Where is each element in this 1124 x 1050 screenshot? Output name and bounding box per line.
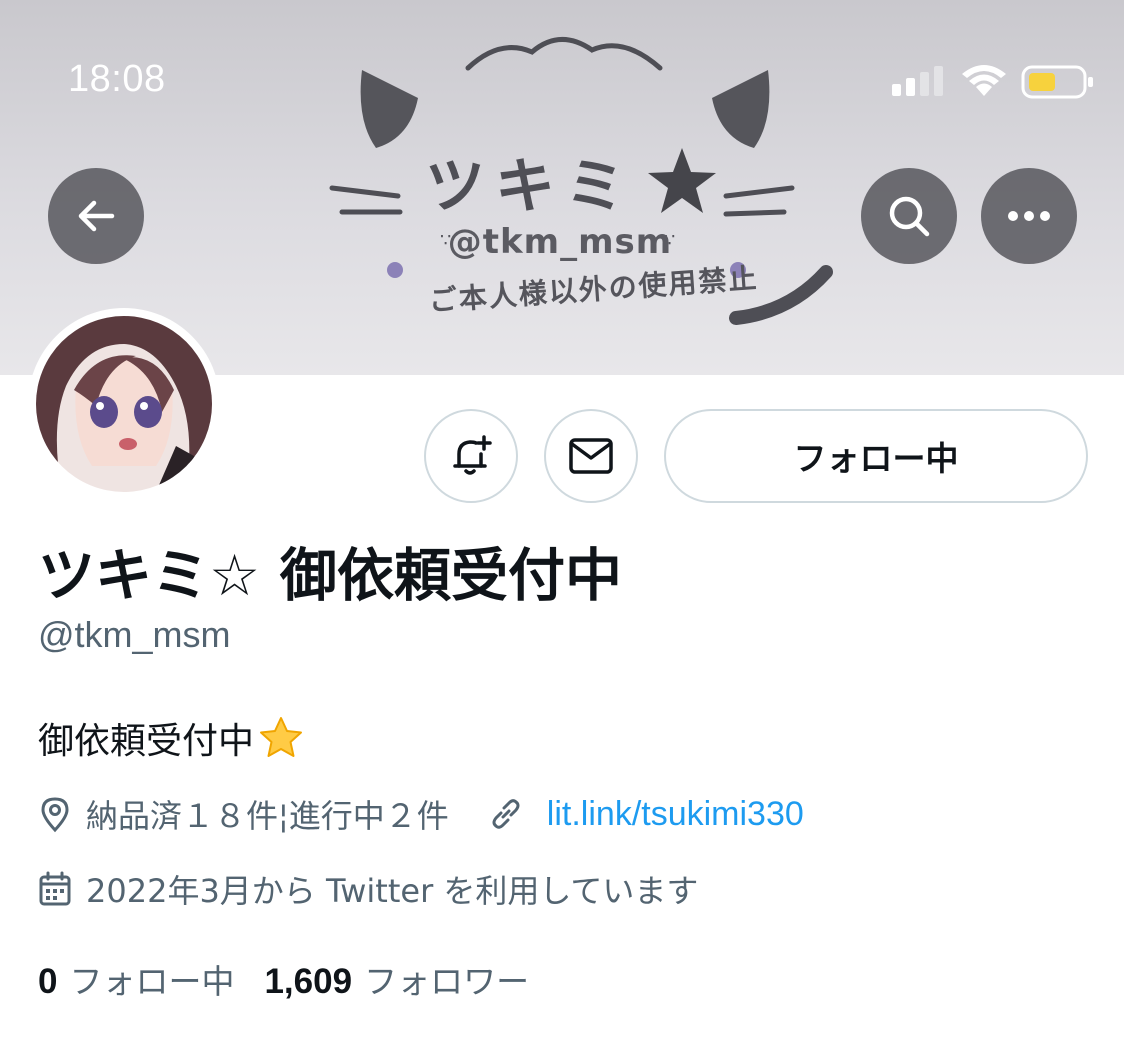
following-count[interactable]: 0 [38, 962, 57, 1002]
avatar-illustration [36, 316, 212, 492]
back-button[interactable] [48, 168, 144, 264]
user-handle: @tkm_msm [38, 614, 231, 655]
search-button[interactable] [861, 168, 957, 264]
wifi-icon [962, 65, 1006, 96]
following-label[interactable]: フォロー中 [69, 955, 234, 1003]
following-button[interactable]: フォロー中 [664, 409, 1088, 503]
cellular-signal-icon [892, 66, 943, 96]
status-time: 18:08 [68, 58, 166, 100]
location-pin-icon [41, 797, 69, 833]
bio-text: 御依頼受付中 [38, 721, 255, 762]
banner-handle: @tkm_msm [447, 222, 673, 262]
display-name: ツキミ☆ 御依頼受付中 [38, 543, 622, 609]
followers-count[interactable]: 1,609 [264, 962, 352, 1002]
profile-meta-joined: 2022年3月から Twitter を利用しています [38, 867, 698, 911]
profile-meta-location: 納品済１８件¦進行中２件 lit.link/tsukimi330 [38, 792, 804, 836]
message-button[interactable] [544, 409, 638, 503]
back-arrow-icon [78, 200, 115, 232]
location-text: 納品済１８件¦進行中２件 [86, 797, 449, 835]
notifications-button[interactable] [424, 409, 518, 503]
more-horizontal-icon [1008, 211, 1050, 221]
star-emoji-icon [260, 717, 303, 757]
website-link-text[interactable]: lit.link/tsukimi330 [547, 795, 804, 834]
joined-date-text: 2022年3月から Twitter を利用しています [86, 872, 699, 910]
bio: 御依頼受付中 [38, 712, 304, 764]
banner-title: ツキミ [425, 152, 635, 222]
calendar-icon [39, 871, 71, 906]
envelope-icon [569, 438, 613, 474]
followers-label[interactable]: フォロワー [364, 955, 529, 1003]
website-link[interactable]: lit.link/tsukimi330 [487, 795, 804, 834]
search-icon [889, 196, 930, 237]
bell-plus-icon [453, 435, 492, 475]
follow-stats: 0 フォロー中 1,609 フォロワー [38, 955, 559, 1003]
battery-icon [1021, 65, 1093, 99]
link-icon [492, 799, 520, 829]
status-indicators [890, 64, 1100, 104]
more-options-button[interactable] [981, 168, 1077, 264]
avatar[interactable] [28, 308, 220, 500]
